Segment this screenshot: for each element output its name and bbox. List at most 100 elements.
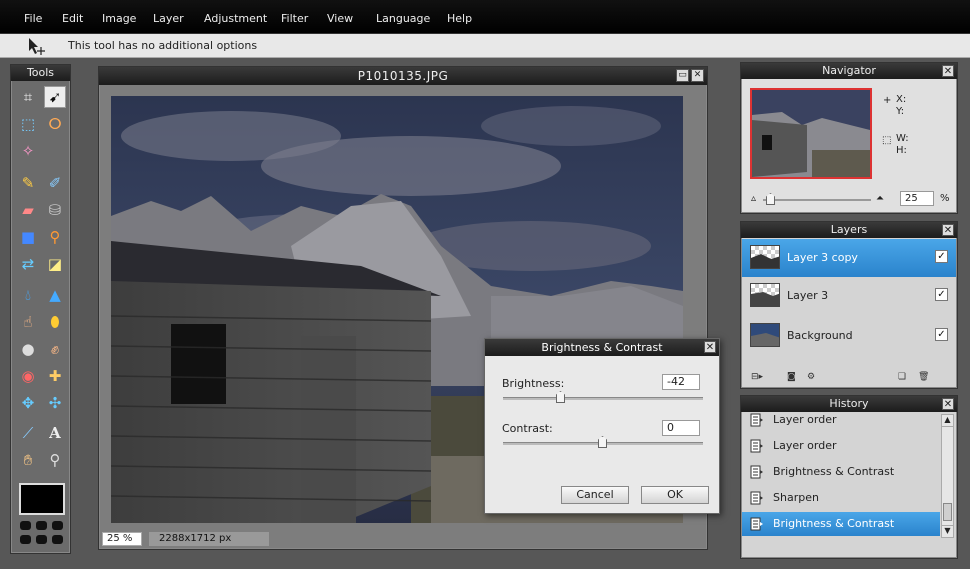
delete-layer-icon[interactable]: 🗑︎	[918, 372, 930, 382]
eraser-tool-icon[interactable]: ▰	[17, 199, 39, 221]
options-hint: This tool has no additional options	[68, 39, 258, 52]
ok-button[interactable]: OK	[641, 486, 709, 504]
y-label: Y:	[896, 106, 905, 117]
layer-visibility-checkbox[interactable]: ✓	[935, 250, 948, 263]
zoom-in-icon[interactable]: ⏶	[876, 193, 884, 204]
smudge-tool-icon[interactable]: ☝	[17, 311, 39, 333]
brightness-slider-thumb[interactable]	[556, 391, 565, 403]
menu-edit[interactable]: Edit	[62, 12, 83, 25]
pencil-tool-icon[interactable]: ✎	[17, 172, 39, 194]
color-picker-tool-icon[interactable]: ⟋	[17, 422, 39, 444]
paint-bucket-tool-icon[interactable]: ⛁	[44, 199, 66, 221]
drawing-tool-icon[interactable]: ◪	[44, 253, 66, 275]
zoom-value: 25	[107, 533, 120, 544]
sponge-tool-icon[interactable]: ⬮	[44, 311, 66, 333]
navigator-zoom-unit: %	[940, 193, 950, 204]
image-window-title: P1010135.JPG	[99, 67, 707, 85]
menu-file[interactable]: File	[24, 12, 42, 25]
zoom-slider-track[interactable]	[763, 199, 871, 201]
zoom-out-icon[interactable]: ▵	[751, 193, 756, 204]
scroll-down-icon[interactable]: ▼	[942, 525, 953, 537]
scroll-up-icon[interactable]: ▲	[942, 415, 953, 427]
bloat-tool-icon[interactable]: ✥	[17, 392, 39, 414]
type-tool-icon[interactable]: A	[44, 422, 66, 444]
red-eye-tool-icon[interactable]: ◉	[17, 365, 39, 387]
menu-language[interactable]: Language	[376, 12, 430, 25]
burn-tool-icon[interactable]: ✊︎	[44, 338, 66, 360]
history-item[interactable]: Brightness & Contrast	[742, 460, 940, 484]
menu-filter[interactable]: Filter	[281, 12, 308, 25]
layer-styles-icon[interactable]: ⊟▸	[751, 372, 763, 382]
brightness-input[interactable]: -42	[662, 374, 700, 390]
swatch-grid-dot	[52, 535, 63, 544]
history-item-label: Brightness & Contrast	[773, 517, 895, 530]
color-replace-tool-icon[interactable]: ⇄	[17, 253, 39, 275]
swatch-grid-dot	[20, 521, 31, 530]
foreground-color-swatch[interactable]	[19, 483, 65, 515]
cancel-button[interactable]: Cancel	[561, 486, 629, 504]
menu-help[interactable]: Help	[447, 12, 472, 25]
navigator-thumbnail[interactable]	[750, 88, 872, 179]
history-item-label: Brightness & Contrast	[773, 465, 895, 478]
history-panel: History ✕ Layer order Layer order Bright…	[740, 395, 958, 559]
dodge-tool-icon[interactable]: ●	[17, 338, 39, 360]
layer-visibility-checkbox[interactable]: ✓	[935, 288, 948, 301]
menu-view[interactable]: View	[327, 12, 353, 25]
history-step-icon	[750, 517, 763, 531]
menu-image[interactable]: Image	[102, 12, 136, 25]
menu-adjustment[interactable]: Adjustment	[204, 12, 267, 25]
zoom-tool-icon[interactable]: ⚲	[44, 449, 66, 471]
history-step-icon	[750, 439, 763, 453]
pinch-tool-icon[interactable]: ✣	[44, 392, 66, 414]
contrast-slider-thumb[interactable]	[598, 436, 607, 448]
sharpen-tool-icon[interactable]: ▲	[44, 284, 66, 306]
layer-thumbnail	[750, 283, 780, 307]
history-item[interactable]: Sharpen	[742, 486, 940, 510]
stamp-tool-icon[interactable]: ⚲	[44, 226, 66, 248]
close-icon[interactable]: ✕	[691, 69, 704, 82]
zoom-readout[interactable]: 25 %	[102, 532, 142, 546]
blur-tool-icon[interactable]: 💧︎	[17, 284, 39, 306]
layer-mask-icon[interactable]: ◙	[787, 372, 799, 382]
zoom-unit: %	[122, 533, 133, 544]
lasso-tool-icon[interactable]: ⵔ	[44, 113, 66, 135]
close-icon[interactable]: ✕	[942, 398, 954, 410]
history-item[interactable]: Layer order	[742, 408, 940, 432]
bandage-tool-icon[interactable]: ✚	[44, 365, 66, 387]
marquee-tool-icon[interactable]: ⬚	[17, 113, 39, 135]
layer-thumbnail	[750, 245, 780, 269]
brightness-slider-track[interactable]	[503, 397, 703, 400]
maximize-icon[interactable]: ▭	[676, 69, 689, 82]
layer-name: Layer 3	[787, 289, 829, 302]
brightness-contrast-dialog: Brightness & Contrast ✕ Brightness: -42 …	[484, 338, 720, 514]
scrollbar-thumb[interactable]	[943, 503, 952, 521]
new-layer-icon[interactable]: ❏	[898, 372, 910, 382]
magic-wand-tool-icon[interactable]: ✧	[17, 140, 39, 162]
options-bar: This tool has no additional options	[0, 34, 970, 58]
menu-layer[interactable]: Layer	[153, 12, 184, 25]
brightness-label: Brightness:	[502, 377, 565, 390]
move-tool-icon[interactable]: ➹	[44, 86, 66, 108]
layers-panel: Layers ✕ Layer 3 copy ✓ Layer 3 ✓ Backgr…	[740, 221, 958, 389]
zoom-slider-thumb[interactable]	[766, 193, 775, 205]
layer-properties-icon[interactable]: ⚙	[807, 372, 819, 382]
layer-visibility-checkbox[interactable]: ✓	[935, 328, 948, 341]
layer-row[interactable]: Background ✓	[742, 317, 956, 355]
close-icon[interactable]: ✕	[942, 224, 954, 236]
hand-tool-icon[interactable]: ✋︎	[17, 449, 39, 471]
brush-tool-icon[interactable]: ✐	[44, 172, 66, 194]
history-item[interactable]: Brightness & Contrast	[742, 512, 940, 536]
gradient-tool-icon[interactable]: ■	[17, 226, 39, 248]
close-icon[interactable]: ✕	[704, 341, 716, 353]
layers-title: Layers ✕	[741, 222, 957, 238]
h-label: H:	[896, 145, 907, 156]
contrast-input[interactable]: 0	[662, 420, 700, 436]
navigator-zoom-input[interactable]: 25	[900, 191, 934, 206]
crop-tool-icon[interactable]: ⌗	[17, 86, 39, 108]
history-item[interactable]: Layer order	[742, 434, 940, 458]
swatch-grid-dot	[36, 521, 47, 530]
history-scrollbar[interactable]: ▲ ▼	[941, 414, 954, 538]
layer-row[interactable]: Layer 3 ✓	[742, 277, 956, 315]
close-icon[interactable]: ✕	[942, 65, 954, 77]
layer-row[interactable]: Layer 3 copy ✓	[742, 239, 956, 277]
